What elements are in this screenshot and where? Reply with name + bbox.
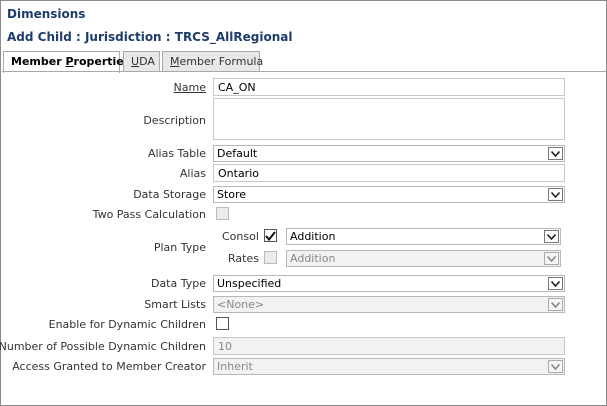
plan-type-label: Plan Type	[153, 241, 206, 254]
two-pass-checkbox[interactable]	[216, 207, 229, 220]
data-storage-select[interactable]: Store	[213, 186, 565, 203]
tab-uda[interactable]: UDA	[123, 51, 160, 72]
access-granted-select[interactable]: Inherit	[213, 358, 565, 375]
chevron-down-icon[interactable]	[544, 230, 559, 243]
smart-lists-select[interactable]: <None>	[213, 296, 565, 313]
data-storage-value: Store	[217, 188, 247, 201]
tab-member-formula[interactable]: Member Formula	[162, 51, 263, 72]
rates-checkbox[interactable]	[264, 251, 277, 264]
consol-checkbox[interactable]	[264, 229, 277, 242]
chevron-down-icon[interactable]	[548, 298, 563, 311]
smart-lists-label: Smart Lists	[144, 298, 206, 311]
smart-lists-value: <None>	[217, 298, 265, 311]
data-type-label: Data Type	[150, 277, 206, 290]
num-dynamic-children-input[interactable]: 10	[213, 337, 565, 355]
data-type-value: Unspecified	[217, 277, 282, 290]
consol-label: Consol	[222, 230, 259, 243]
consol-aggregation-select[interactable]: Addition	[286, 228, 561, 245]
tab-member-properties[interactable]: Member Properties	[3, 51, 130, 73]
access-granted-value: Inherit	[217, 360, 253, 373]
chevron-down-icon[interactable]	[548, 277, 563, 290]
rates-aggregation-select[interactable]: Addition	[286, 250, 561, 267]
description-label: Description	[143, 114, 206, 127]
dimensions-dialog: Dimensions Add Child : Jurisdiction : TR…	[0, 0, 607, 406]
tab-divider	[2, 71, 606, 72]
name-input[interactable]: CA_ON	[213, 78, 565, 96]
alias-table-select[interactable]: Default	[213, 145, 565, 162]
alias-table-value: Default	[217, 147, 258, 160]
access-granted-label: Access Granted to Member Creator	[12, 360, 206, 373]
checkmark-icon	[265, 230, 276, 241]
num-dynamic-children-label: Number of Possible Dynamic Children	[0, 340, 206, 353]
rates-label: Rates	[228, 252, 259, 265]
description-textarea[interactable]	[213, 98, 565, 140]
alias-table-label: Alias Table	[147, 147, 206, 160]
data-type-select[interactable]: Unspecified	[213, 275, 565, 292]
consol-aggregation-value: Addition	[290, 230, 336, 243]
dialog-subtitle: Add Child : Jurisdiction : TRCS_AllRegio…	[7, 30, 293, 44]
alias-label: Alias	[179, 167, 206, 180]
dynamic-children-label: Enable for Dynamic Children	[48, 318, 206, 331]
chevron-down-icon[interactable]	[544, 252, 559, 265]
name-label: Name	[173, 81, 206, 94]
chevron-down-icon[interactable]	[548, 147, 563, 160]
chevron-down-icon[interactable]	[548, 188, 563, 201]
dynamic-children-checkbox[interactable]	[216, 317, 229, 330]
dialog-title: Dimensions	[7, 7, 86, 21]
alias-input[interactable]: Ontario	[213, 164, 565, 182]
rates-aggregation-value: Addition	[290, 252, 336, 265]
two-pass-label: Two Pass Calculation	[92, 208, 206, 221]
chevron-down-icon[interactable]	[548, 360, 563, 373]
data-storage-label: Data Storage	[133, 188, 206, 201]
tab-bar: Member Properties UDA Member Formula	[2, 51, 606, 73]
